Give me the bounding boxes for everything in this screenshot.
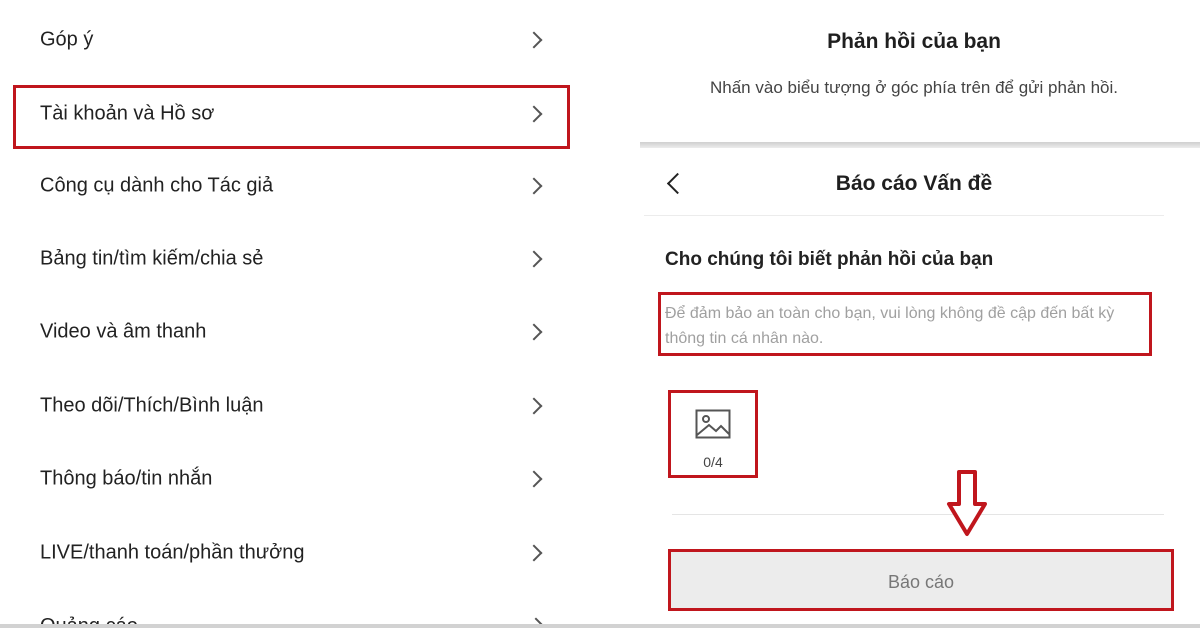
section-divider [640, 142, 1200, 148]
menu-item-gop-y[interactable]: Góp ý [0, 10, 600, 70]
feedback-textarea[interactable]: Để đảm bảo an toàn cho bạn, vui lòng khô… [658, 292, 1152, 356]
menu-item-video-sound[interactable]: Video và âm thanh [0, 302, 600, 362]
help-menu: Góp ý Tài khoản và Hồ sơ Công cụ dành ch… [0, 0, 600, 628]
menu-item-label: Thông báo/tin nhắn [40, 467, 213, 490]
menu-item-label: Công cụ dành cho Tác giả [40, 174, 274, 197]
menu-item-account-profile[interactable]: Tài khoản và Hồ sơ [0, 84, 600, 144]
report-submit-button[interactable]: Báo cáo [668, 549, 1174, 611]
image-icon [695, 409, 731, 439]
feedback-section-label: Cho chúng tôi biết phản hồi của bạn [665, 249, 994, 270]
menu-item-label: Video và âm thanh [40, 320, 207, 343]
down-arrow-annotation-icon [947, 470, 987, 536]
menu-item-ads-cutoff[interactable]: Quảng cáo [40, 612, 138, 624]
feedback-panel: Phản hồi của bạn Nhấn vào biểu tượng ở g… [640, 0, 1200, 628]
chevron-right-icon [525, 470, 543, 488]
chevron-right-icon [525, 177, 543, 195]
report-title: Báo cáo Vấn đề [835, 172, 993, 195]
menu-item-label: LIVE/thanh toán/phần thưởng [40, 541, 305, 564]
upload-count: 0/4 [703, 454, 723, 470]
menu-item-label: Tài khoản và Hồ sơ [40, 102, 215, 125]
image-upload-button[interactable]: 0/4 [668, 390, 758, 478]
chevron-right-icon [525, 105, 543, 123]
feedback-title: Phản hồi của bạn [827, 30, 1001, 53]
chevron-right-icon [525, 31, 543, 49]
screen: Góp ý Tài khoản và Hồ sơ Công cụ dành ch… [0, 0, 1200, 628]
menu-item-live-payment-rewards[interactable]: LIVE/thanh toán/phần thưởng [0, 523, 600, 583]
menu-item-label: Góp ý [40, 28, 94, 51]
content-divider [672, 514, 1164, 515]
menu-item-follow-like-comment[interactable]: Theo dõi/Thích/Bình luận [0, 376, 600, 436]
report-submit-label: Báo cáo [887, 572, 955, 592]
feedback-subtitle: Nhấn vào biểu tượng ở góc phía trên để g… [710, 78, 1118, 97]
chevron-right-icon [525, 397, 543, 415]
header-divider [644, 215, 1164, 216]
menu-item-label: Bảng tin/tìm kiếm/chia sẻ [40, 247, 264, 270]
chevron-right-icon [525, 250, 543, 268]
menu-item-creator-tools[interactable]: Công cụ dành cho Tác giả [0, 156, 600, 216]
chevron-right-icon [525, 323, 543, 341]
menu-item-notifications-messages[interactable]: Thông báo/tin nhắn [0, 449, 600, 509]
chevron-right-icon [525, 544, 543, 562]
menu-item-label: Theo dõi/Thích/Bình luận [40, 394, 264, 417]
menu-item-feed-search-share[interactable]: Bảng tin/tìm kiếm/chia sẻ [0, 229, 600, 289]
bottom-edge [0, 624, 1200, 628]
